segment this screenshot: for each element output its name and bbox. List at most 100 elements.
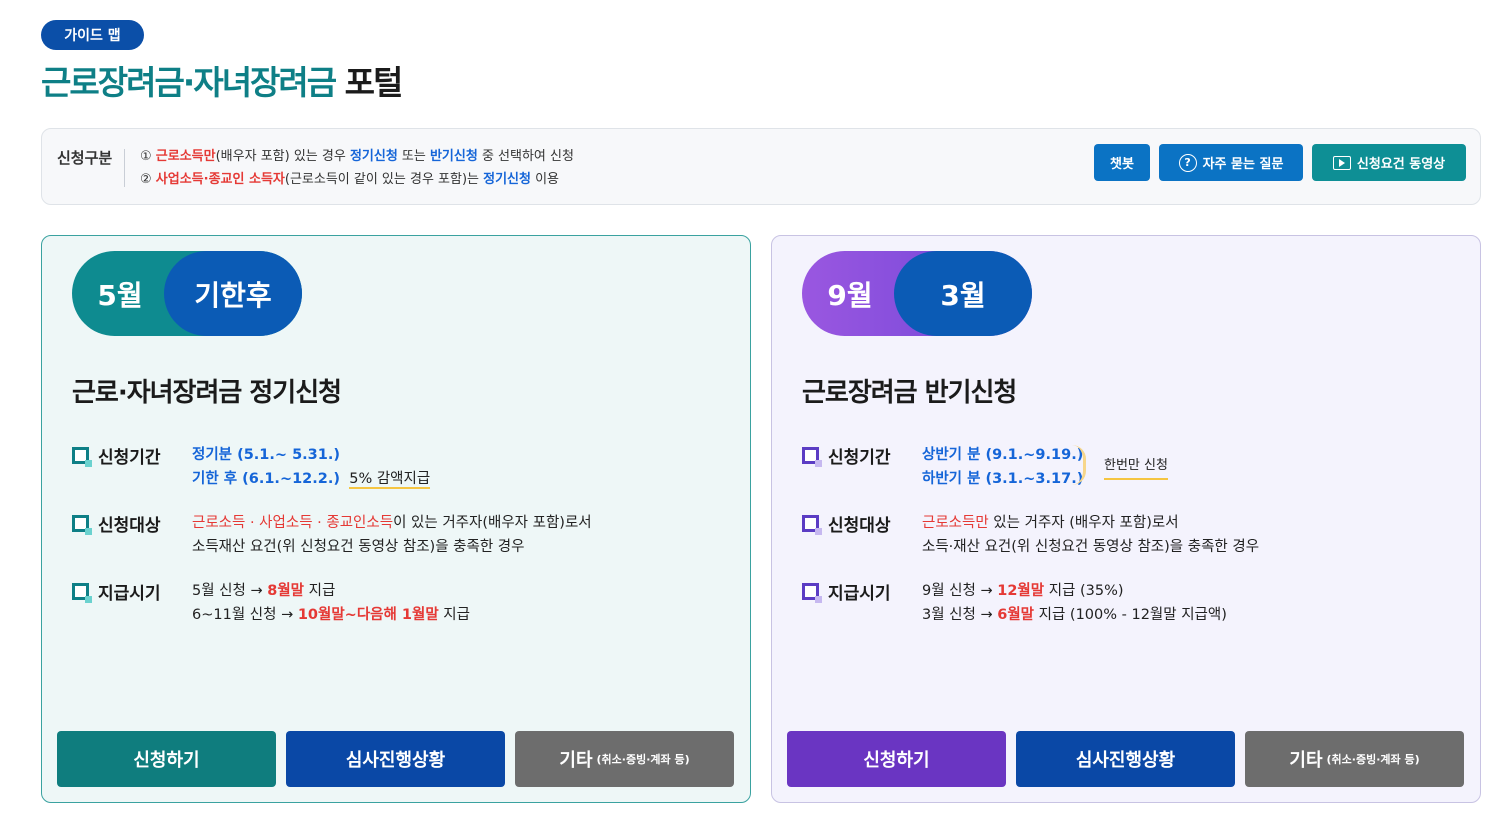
half-year-application-card: 9월 3월 근로장려금 반기신청 신청기간 상반기 분 (9.1.~9.19.)… [771,235,1481,803]
payment-label-text: 지급시기 [828,584,891,604]
application-type-box: 신청구분 ① 근로소득만(배우자 포함) 있는 경우 정기신청 또는 반기신청 … [41,128,1481,205]
faq-button[interactable]: ? 자주 묻는 질문 [1159,144,1303,181]
etc-button-sub: (취소·증빙·계좌 등) [1326,753,1420,766]
play-icon [1332,155,1351,170]
pay-line1-red: 8월말 [267,583,305,599]
payment-line-2: 3월 신청 → 6월말 지급 (100% - 12월말 지급액) [922,603,1227,627]
apply-button[interactable]: 신청하기 [787,731,1006,787]
question-circle-icon: ? [1178,153,1197,172]
target-line-2: 소득·재산 요건(위 신청요건 동영상 참조)을 충족한 경우 [922,539,1260,555]
checkbox-square-icon [802,515,822,535]
target-text1: 이 있는 거주자(배우자 포함)로서 [393,515,592,531]
payment-label: 지급시기 [802,579,891,604]
guide-map-badge[interactable]: 가이드 맵 [41,20,144,50]
pay-line2-red: 10월말~다음해 1월말 [297,607,439,623]
info-line-1: ① 근로소득만(배우자 포함) 있는 경우 정기신청 또는 반기신청 중 선택하… [140,145,574,168]
target-label: 신청대상 [802,511,891,536]
info-line1-red: 근로소득만 [155,149,216,164]
payment-line-2: 6~11월 신청 → 10월말~다음해 1월말 지급 [192,603,470,627]
period-label-text: 신청기간 [98,448,161,468]
target-line-1: 근로소득만 있는 거주자 (배우자 포함)로서 [922,511,1259,535]
checkbox-square-icon [802,447,822,467]
period-text: 상반기 분 (9.1.~9.19.) 하반기 분 (3.1.~3.17.) 한번… [922,443,1242,491]
review-status-button[interactable]: 심사진행상황 [286,731,505,787]
page-title-suffix: 포털 [344,63,404,102]
checkbox-square-icon [72,515,92,535]
payment-line-1: 9월 신청 → 12월말 지급 (35%) [922,579,1227,603]
period-line-2: 기한 후 (6.1.~12.2.) 5% 감액지급 [192,467,431,491]
payment-label: 지급시기 [72,579,161,604]
target-text1: 있는 거주자 (배우자 포함)로서 [988,515,1179,531]
period-note: 5% 감액지급 [349,471,431,489]
chatbot-button-label: 챗봇 [1110,157,1134,172]
info-lines: ① 근로소득만(배우자 포함) 있는 경우 정기신청 또는 반기신청 중 선택하… [140,145,574,191]
page-title-accent: 근로장려금·자녀장려금 [41,63,337,102]
card-title: 근로·자녀장려금 정기신청 [72,378,342,408]
info-line2-text1: (근로소득이 같이 있는 경우 포함)는 [284,172,484,187]
info-line1-blue1: 정기신청 [349,149,398,164]
apply-button-label: 신청하기 [133,750,200,771]
info-line2-red: 사업소득·종교인 소득자 [155,172,285,187]
video-button[interactable]: 신청요건 동영상 [1312,144,1466,181]
pay-line2-b: 지급 (100% - 12월말 지급액) [1034,607,1227,623]
target-label-text: 신청대상 [98,516,161,536]
page-title: 근로장려금·자녀장려금 포털 [41,56,404,104]
checkbox-square-icon [72,447,92,467]
pill-secondary: 기한후 [164,251,302,336]
checkbox-square-icon [802,583,822,603]
etc-button[interactable]: 기타 (취소·증빙·계좌 등) [515,731,734,787]
faq-button-label: 자주 묻는 질문 [1202,157,1284,172]
pay-line1-b: 지급 [304,583,336,599]
period-line-1: 정기분 (5.1.~ 5.31.) [192,447,340,463]
pill-month: 9월 [827,278,873,312]
info-line1-text2: 또는 [397,149,430,164]
checkbox-square-icon [72,583,92,603]
etc-button[interactable]: 기타 (취소·증빙·계좌 등) [1245,731,1464,787]
pay-line1-a: 5월 신청 → [192,583,268,599]
apply-button[interactable]: 신청하기 [57,731,276,787]
target-text: 근로소득 · 사업소득 · 종교인소득이 있는 거주자(배우자 포함)로서 소득… [192,511,592,559]
info-line1-prefix: ① [140,149,156,164]
period-pill: 5월 기한후 [72,251,302,336]
video-button-label: 신청요건 동영상 [1356,157,1446,172]
info-line-2: ② 사업소득·종교인 소득자(근로소득이 같이 있는 경우 포함)는 정기신청 … [140,168,574,191]
chatbot-button[interactable]: 챗봇 [1094,144,1150,181]
period-text: 정기분 (5.1.~ 5.31.) 기한 후 (6.1.~12.2.) 5% 감… [192,443,431,491]
info-line2-prefix: ② [140,172,156,187]
payment-line-1: 5월 신청 → 8월말 지급 [192,579,470,603]
pill-secondary: 3월 [894,251,1032,336]
info-line1-blue2: 반기신청 [429,149,478,164]
pay-line1-b: 지급 (35%) [1044,583,1124,599]
target-line-1: 근로소득 · 사업소득 · 종교인소득이 있는 거주자(배우자 포함)로서 [192,511,592,535]
pill-month: 5월 [97,278,143,312]
period-pill: 9월 3월 [802,251,1032,336]
review-status-label: 심사진행상황 [345,750,446,771]
pay-line1-a: 9월 신청 → [922,583,998,599]
etc-button-label: 기타 [1289,750,1323,771]
target-red: 근로소득만 [922,515,989,531]
payment-text: 5월 신청 → 8월말 지급 6~11월 신청 → 10월말~다음해 1월말 지… [192,579,470,627]
period-label: 신청기간 [72,443,161,468]
target-line-2: 소득재산 요건(위 신청요건 동영상 참조)을 충족한 경우 [192,539,525,555]
period-label: 신청기간 [802,443,891,468]
info-line1-text3: 중 선택하여 신청 [477,149,574,164]
payment-label-text: 지급시기 [98,584,161,604]
info-line2-blue: 정기신청 [483,172,531,187]
etc-button-sub: (취소·증빙·계좌 등) [596,753,690,766]
pay-line2-b: 지급 [438,607,470,623]
period-label-text: 신청기간 [828,448,891,468]
period-line-2-text: 기한 후 (6.1.~12.2.) [192,471,340,487]
apply-button-label: 신청하기 [863,750,930,771]
info-label: 신청구분 [57,149,126,187]
pay-line2-a: 6~11월 신청 → [192,607,298,623]
review-status-label: 심사진행상황 [1075,750,1176,771]
review-status-button[interactable]: 심사진행상황 [1016,731,1235,787]
info-line2-text2: 이용 [530,172,560,187]
pay-line2-red: 6월말 [997,607,1035,623]
info-line1-text1: (배우자 포함) 있는 경우 [215,149,350,164]
target-text: 근로소득만 있는 거주자 (배우자 포함)로서 소득·재산 요건(위 신청요건 … [922,511,1259,559]
pay-line2-a: 3월 신청 → [922,607,998,623]
period-note: 한번만 신청 [1104,454,1168,480]
payment-text: 9월 신청 → 12월말 지급 (35%) 3월 신청 → 6월말 지급 (10… [922,579,1227,627]
regular-application-card: 5월 기한후 근로·자녀장려금 정기신청 신청기간 정기분 (5.1.~ 5.3… [41,235,751,803]
